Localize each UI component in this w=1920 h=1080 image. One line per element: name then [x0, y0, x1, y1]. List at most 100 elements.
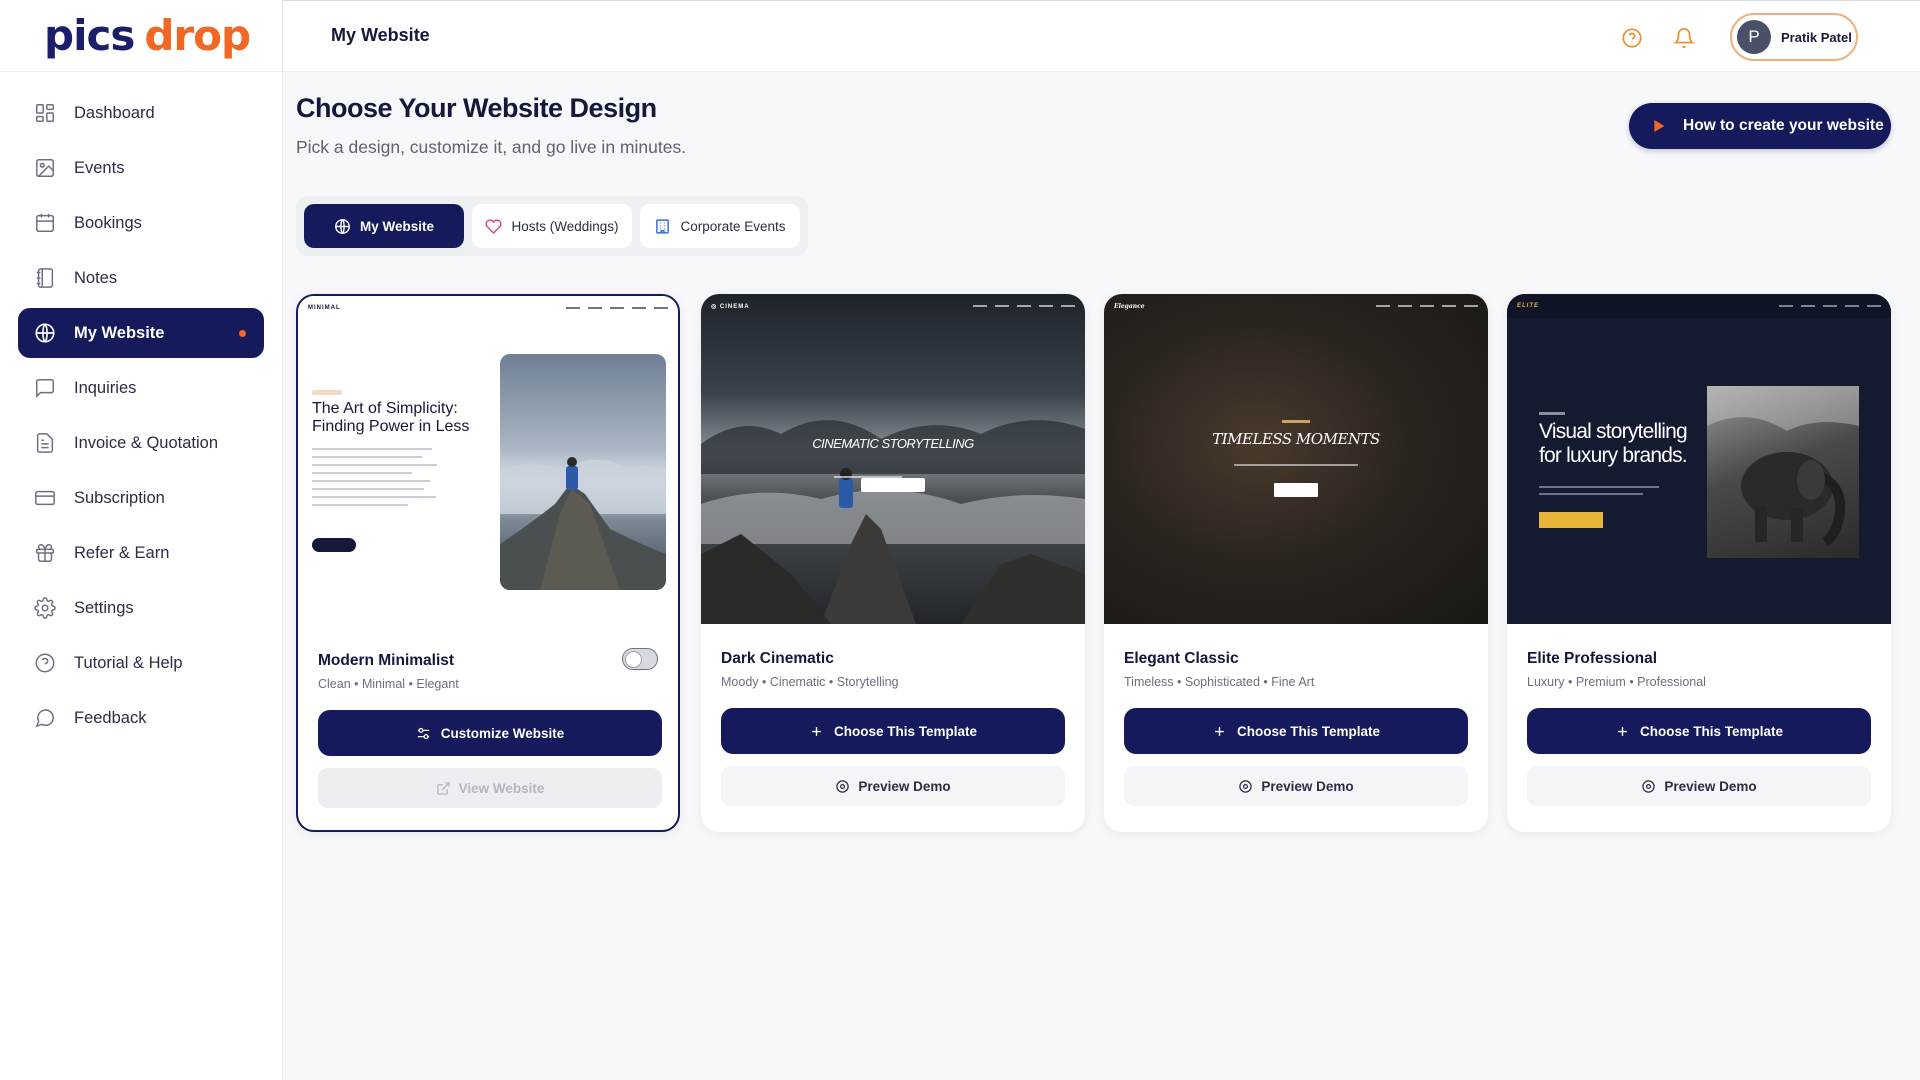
- preview-demo-button[interactable]: Preview Demo: [1124, 766, 1468, 806]
- sliders-icon: [417, 727, 429, 739]
- preview-demo-label: Preview Demo: [1664, 778, 1757, 794]
- template-thumbnail: MINIMAL The Art of Simplicity: Finding P…: [298, 296, 678, 624]
- globe-icon: [335, 218, 350, 234]
- thumbnail-logo: Elegance: [1114, 302, 1145, 310]
- how-to-create-website-button[interactable]: How to create your website: [1629, 103, 1891, 149]
- template-card-elegant-classic[interactable]: Elegance TIMELESS MOMENTS Elegant Classi…: [1104, 294, 1488, 832]
- thumbnail-headline-line2: for luxury brands.: [1539, 443, 1688, 467]
- template-name: Dark Cinematic: [721, 650, 834, 667]
- template-name: Elite Professional: [1527, 650, 1658, 667]
- eye-icon: [836, 779, 850, 793]
- sidebar-item-label: Invoice & Quotation: [74, 433, 219, 452]
- choose-template-label: Choose This Template: [1236, 723, 1381, 739]
- preview-demo-button[interactable]: Preview Demo: [721, 766, 1065, 806]
- dashboard-icon: [36, 104, 54, 122]
- sidebar-item-label: My Website: [74, 323, 165, 342]
- tab-label: Corporate Events: [680, 218, 786, 234]
- plus-icon: [812, 726, 821, 736]
- thumbnail-headline-line1: The Art of Simplicity:: [312, 400, 458, 417]
- sidebar-item-notes[interactable]: Notes: [18, 253, 264, 303]
- preview-demo-label: Preview Demo: [1261, 778, 1354, 794]
- template-thumbnail: ◎ CINEMA CINEMATIC STORYTELLING: [701, 294, 1085, 624]
- publish-toggle[interactable]: [622, 648, 658, 670]
- customize-website-button[interactable]: Customize Website: [318, 710, 662, 756]
- sidebar-item-inquiries[interactable]: Inquiries: [18, 363, 264, 413]
- sidebar-item-feedback[interactable]: Feedback: [18, 693, 264, 743]
- notifications-button[interactable]: [1667, 21, 1701, 55]
- template-thumbnail: Elegance TIMELESS MOMENTS: [1104, 294, 1488, 624]
- tab-my-website[interactable]: My Website: [304, 204, 464, 248]
- thumbnail-tag: [1539, 412, 1565, 415]
- help-button[interactable]: [1615, 21, 1649, 55]
- sidebar-item-events[interactable]: Events: [18, 143, 264, 193]
- user-menu[interactable]: P Pratik Patel: [1730, 13, 1858, 61]
- thumbnail-headline: TIMELESS MOMENTS: [1212, 430, 1380, 448]
- sidebar: pics drop Dashboard Events Bookings Note…: [0, 0, 283, 1080]
- thumbnail-headline: Visual storytelling for luxury brands.: [1539, 420, 1688, 467]
- building-icon: [656, 218, 670, 234]
- thumbnail-logo: ELITE: [1517, 303, 1540, 309]
- sidebar-item-label: Subscription: [74, 488, 165, 507]
- sidebar-item-label: Notes: [74, 268, 118, 287]
- thumbnail-body-text: [312, 448, 440, 512]
- user-name: Pratik Patel: [1781, 29, 1852, 45]
- choose-template-button[interactable]: Choose This Template: [1527, 708, 1871, 754]
- thumbnail-cta: [312, 538, 356, 552]
- top-header: My Website P Pratik Patel: [283, 0, 1920, 72]
- thumbnail-logo: ◎ CINEMA: [711, 303, 750, 310]
- how-to-label: How to create your website: [1683, 117, 1884, 134]
- tab-hosts-weddings[interactable]: Hosts (Weddings): [472, 204, 632, 248]
- thumbnail-subtext: [1234, 464, 1358, 466]
- sidebar-item-label: Dashboard: [74, 103, 155, 122]
- tab-corporate-events[interactable]: Corporate Events: [640, 204, 800, 248]
- eye-icon: [1642, 779, 1656, 793]
- sidebar-item-dashboard[interactable]: Dashboard: [18, 88, 264, 138]
- view-website-button[interactable]: View Website: [318, 768, 662, 808]
- thumbnail-tag: [1282, 420, 1310, 423]
- sidebar-item-label: Bookings: [74, 213, 142, 232]
- sidebar-item-bookings[interactable]: Bookings: [18, 198, 264, 248]
- sidebar-item-label: Events: [74, 158, 125, 177]
- sidebar-item-settings[interactable]: Settings: [18, 583, 264, 633]
- calendar-icon: [36, 213, 54, 232]
- brand-logo-part1: pics: [44, 10, 135, 60]
- thumbnail-cta: [1274, 483, 1318, 497]
- tab-label: Hosts (Weddings): [511, 218, 619, 234]
- thumbnail-tag: [312, 390, 342, 395]
- category-tabs: My Website Hosts (Weddings) Corporate Ev…: [296, 196, 808, 256]
- thumbnail-navbar: Elegance: [1114, 300, 1478, 312]
- external-link-icon: [436, 781, 450, 795]
- template-card-elite-professional[interactable]: ELITE Visual storytelling for luxury bra…: [1507, 294, 1891, 832]
- eye-icon: [1239, 779, 1253, 793]
- template-thumbnail: ELITE Visual storytelling for luxury bra…: [1507, 294, 1891, 624]
- sidebar-item-label: Feedback: [74, 708, 147, 727]
- template-card-modern-minimalist[interactable]: MINIMAL The Art of Simplicity: Finding P…: [296, 294, 680, 832]
- thumbnail-headline-line2: Finding Power in Less: [312, 418, 470, 436]
- choose-template-button[interactable]: Choose This Template: [721, 708, 1065, 754]
- page-title: Choose Your Website Design: [296, 93, 657, 123]
- sidebar-item-my-website[interactable]: My Website: [18, 308, 264, 358]
- thumbnail-navbar: ◎ CINEMA: [711, 300, 1075, 312]
- choose-template-button[interactable]: Choose This Template: [1124, 708, 1468, 754]
- template-card-dark-cinematic[interactable]: ◎ CINEMA CINEMATIC STORYTELLING Dark Cin…: [701, 294, 1085, 832]
- active-indicator-dot: [239, 330, 246, 337]
- sidebar-item-tutorial-help[interactable]: Tutorial & Help: [18, 638, 264, 688]
- brand-logo-part2: drop: [144, 10, 251, 60]
- sidebar-item-label: Settings: [74, 598, 134, 617]
- template-name: Modern Minimalist: [318, 652, 455, 669]
- sidebar-nav: Dashboard Events Bookings Notes My Websi…: [18, 88, 264, 748]
- brand-logo[interactable]: pics drop: [0, 0, 282, 72]
- avatar: P: [1737, 20, 1771, 54]
- thumbnail-cta: [861, 478, 925, 492]
- preview-demo-button[interactable]: Preview Demo: [1527, 766, 1871, 806]
- sidebar-item-subscription[interactable]: Subscription: [18, 473, 264, 523]
- thumbnail-headline-line1: Visual storytelling: [1539, 420, 1688, 443]
- sidebar-item-invoice-quotation[interactable]: Invoice & Quotation: [18, 418, 264, 468]
- gear-icon: [34, 597, 56, 619]
- sidebar-item-label: Tutorial & Help: [74, 653, 183, 672]
- thumbnail-cta: [1539, 512, 1603, 528]
- thumbnail-navbar: ELITE: [1517, 300, 1881, 312]
- chat-bubble-icon: [35, 709, 54, 728]
- template-tags: Clean • Minimal • Elegant: [318, 677, 459, 691]
- sidebar-item-refer-earn[interactable]: Refer & Earn: [18, 528, 264, 578]
